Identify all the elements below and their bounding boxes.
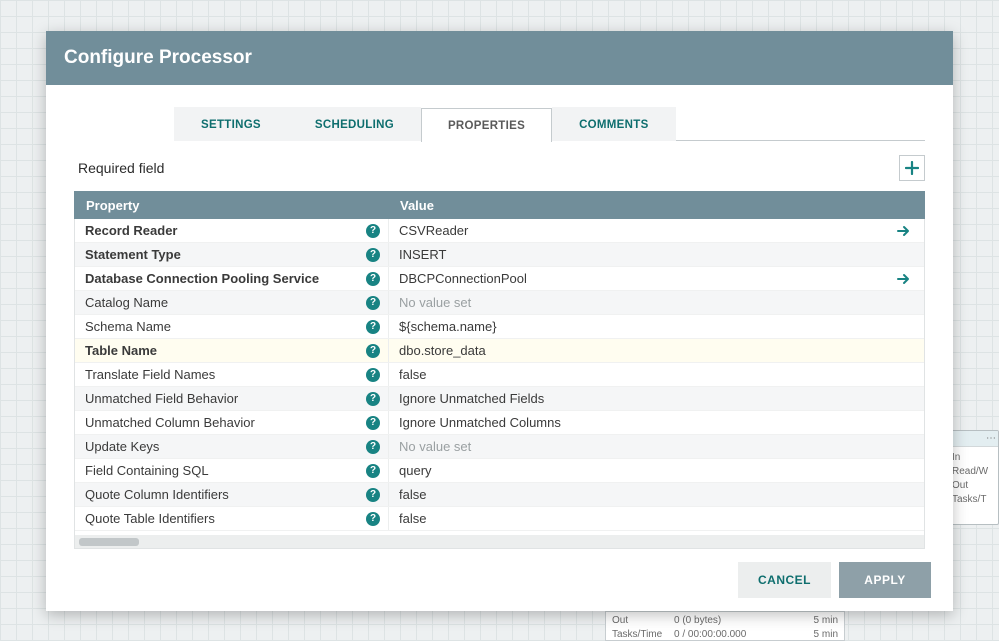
property-name: Update Keys [85,439,358,454]
help-icon[interactable]: ? [366,416,380,430]
goto-service-button[interactable] [894,269,914,289]
table-row[interactable]: Table Name? dbo.store_data [75,339,924,363]
property-name: Quote Table Identifiers [85,511,358,526]
table-row[interactable]: Field Containing SQL? query [75,459,924,483]
configure-processor-dialog: Configure Processor SETTINGSSCHEDULINGPR… [46,31,953,611]
tab-scheduling[interactable]: SCHEDULING [288,107,421,141]
property-name: Translate Field Names [85,367,358,382]
help-icon[interactable]: ? [366,296,380,310]
tab-comments[interactable]: COMMENTS [552,107,675,141]
property-value[interactable]: Ignore Unmatched Columns [399,415,914,430]
help-icon[interactable]: ? [366,464,380,478]
property-value[interactable]: false [399,511,914,526]
value-column-header: Value [388,198,925,213]
property-value[interactable]: No value set [399,295,914,310]
table-row[interactable]: Database Connection Pooling Service? DBCP… [75,267,924,291]
table-row[interactable]: Quote Column Identifiers? false [75,483,924,507]
property-value[interactable]: query [399,463,914,478]
property-name: Quote Column Identifiers [85,487,358,502]
bg-out-time: 5 min [808,614,838,628]
help-icon[interactable]: ? [366,320,380,334]
stat-tt: Tasks/T [952,493,996,507]
property-name: Table Name [85,343,358,358]
tab-settings[interactable]: SETTINGS [174,107,288,141]
table-row[interactable]: Record Reader? CSVReader [75,219,924,243]
table-row[interactable]: Statement Type? INSERT [75,243,924,267]
dialog-tabs: SETTINGSSCHEDULINGPROPERTIESCOMMENTS [174,107,925,141]
background-processor-card: ⋯ In Read/W Out Tasks/T [949,430,999,525]
stat-rw: Read/W [952,465,996,479]
goto-service-button[interactable] [894,221,914,241]
property-value[interactable]: CSVReader [399,223,886,238]
help-icon[interactable]: ? [366,272,380,286]
background-processor-stats: Out 0 (0 bytes) 5 min Tasks/Time 0 / 00:… [605,611,845,641]
property-value[interactable]: No value set [399,439,914,454]
dialog-header: Configure Processor [46,31,953,85]
plus-icon [905,161,919,175]
help-icon[interactable]: ? [366,248,380,262]
help-icon[interactable]: ? [366,512,380,526]
help-icon[interactable]: ? [366,392,380,406]
table-row[interactable]: Update Keys? No value set [75,435,924,459]
property-table: Property Value Record Reader? CSVReader St… [74,191,925,549]
property-name: Field Containing SQL [85,463,358,478]
dialog-title: Configure Processor [64,47,252,69]
property-value[interactable]: INSERT [399,247,914,262]
property-column-header: Property [74,198,388,213]
bg-out-value: 0 (0 bytes) [674,614,808,628]
apply-button[interactable]: APPLY [839,562,931,598]
property-name: Catalog Name [85,295,358,310]
property-value[interactable]: Ignore Unmatched Fields [399,391,914,406]
stat-in: In [952,451,996,465]
goto-icon [897,272,911,286]
bg-taskstime-value: 0 / 00:00:00.000 [674,628,808,641]
property-name: Unmatched Column Behavior [85,415,358,430]
tab-properties[interactable]: PROPERTIES [421,108,552,142]
property-value[interactable]: DBCPConnectionPool [399,271,886,286]
help-icon[interactable]: ? [366,440,380,454]
property-name: Database Connection Pooling Service [85,271,358,286]
property-name: Statement Type [85,247,358,262]
table-row[interactable]: Quote Table Identifiers? false [75,507,924,531]
property-value[interactable]: ${schema.name} [399,319,914,334]
property-value[interactable]: false [399,367,914,382]
table-horizontal-scrollbar[interactable] [74,535,925,549]
table-row[interactable]: Schema Name? ${schema.name} [75,315,924,339]
bg-out-label: Out [612,614,674,628]
add-property-button[interactable] [899,155,925,181]
help-icon[interactable]: ? [366,224,380,238]
property-value[interactable]: false [399,487,914,502]
cancel-button[interactable]: CANCEL [738,562,831,598]
property-name: Record Reader [85,223,358,238]
table-row[interactable]: Catalog Name? No value set [75,291,924,315]
goto-icon [897,224,911,238]
table-row[interactable]: Unmatched Column Behavior? Ignore Unmatch… [75,411,924,435]
property-name: Unmatched Field Behavior [85,391,358,406]
help-icon[interactable]: ? [366,488,380,502]
table-row[interactable]: Unmatched Field Behavior? Ignore Unmatche… [75,387,924,411]
help-icon[interactable]: ? [366,368,380,382]
bg-taskstime-label: Tasks/Time [612,628,674,641]
table-row[interactable]: Translate Field Names? false [75,363,924,387]
stat-out: Out [952,479,996,493]
required-field-label: Required field [78,160,164,176]
property-name: Schema Name [85,319,358,334]
bg-taskstime-time: 5 min [808,628,838,641]
help-icon[interactable]: ? [366,344,380,358]
property-value[interactable]: dbo.store_data [399,343,914,358]
